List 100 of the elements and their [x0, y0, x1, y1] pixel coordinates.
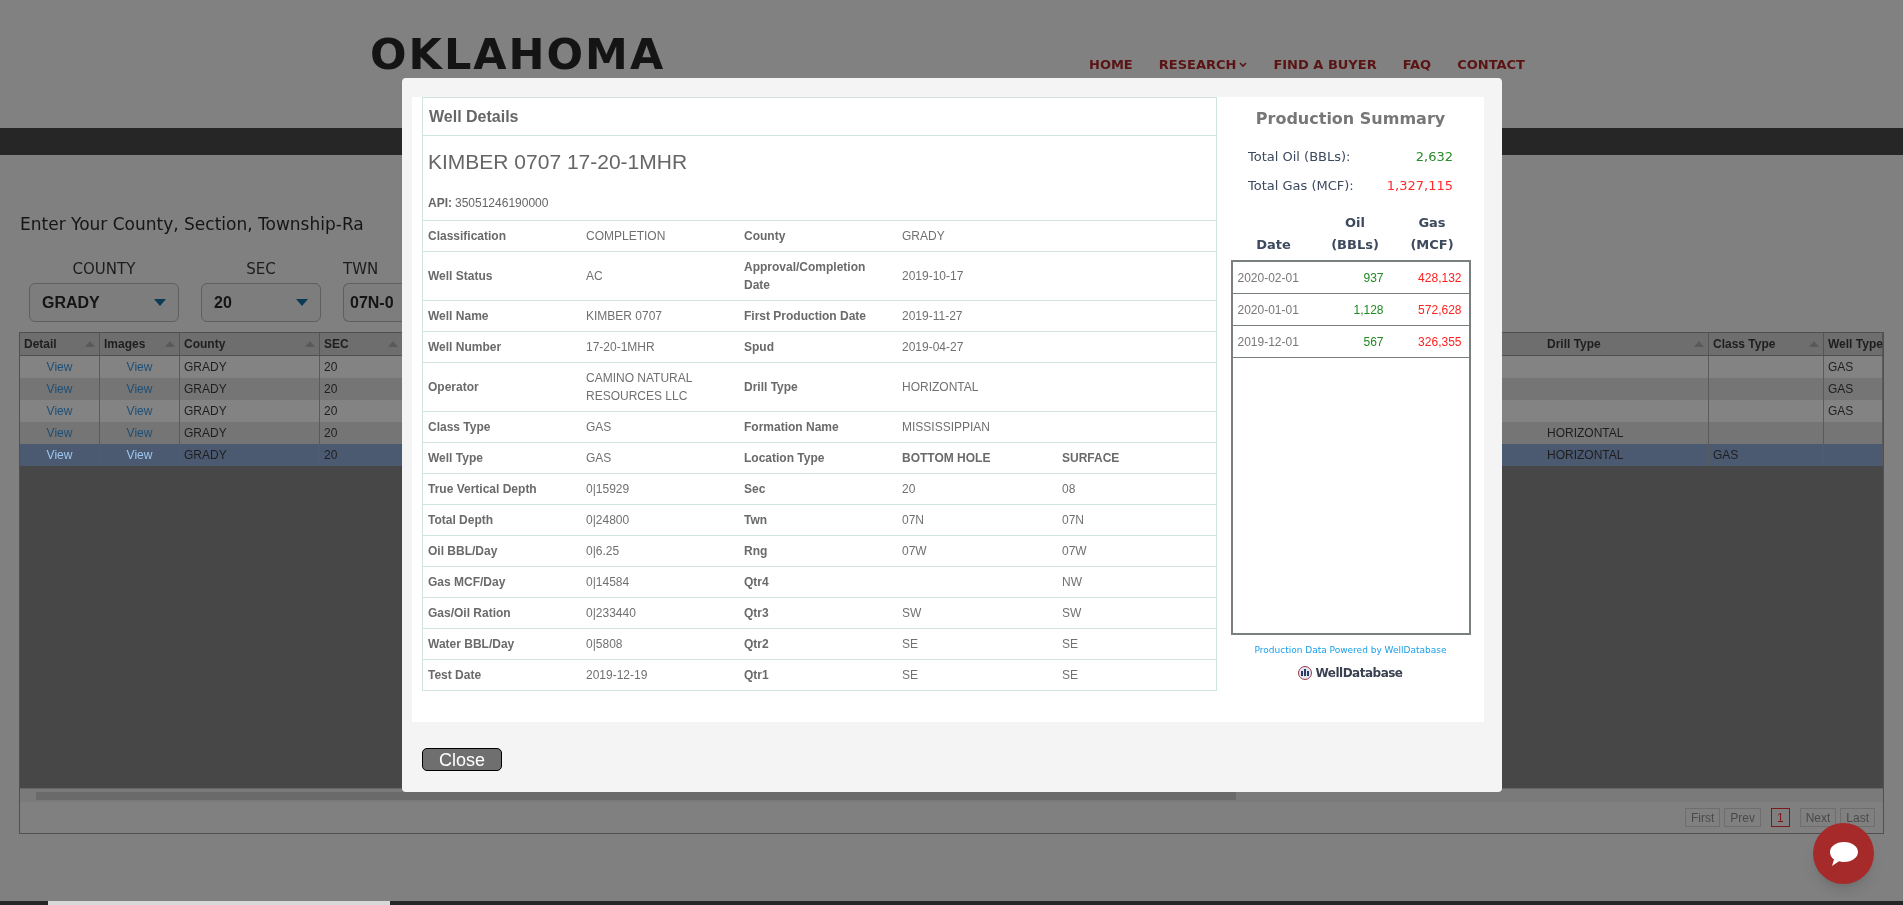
field-value: SE: [902, 666, 918, 684]
caret-down-icon: [296, 299, 308, 306]
field-value: 17-20-1MHR: [586, 338, 655, 356]
field-label: Qtr2: [744, 635, 769, 653]
field-value: 20: [902, 480, 916, 498]
filter-select[interactable]: GRADY: [29, 283, 179, 322]
api-value: 35051246190000: [455, 194, 549, 212]
nav-link[interactable]: RESEARCH: [1158, 55, 1248, 75]
date-cell-text: 2020-01-01: [1237, 301, 1300, 319]
close-button[interactable]: Close: [422, 748, 502, 771]
view-link[interactable]: View: [46, 358, 73, 376]
field-value: 07W: [902, 542, 927, 560]
filter-select[interactable]: 20: [201, 283, 321, 322]
table-cell-text: 20: [324, 425, 338, 442]
total-label: Total Gas (MCF):: [1248, 176, 1354, 195]
nav-link[interactable]: FIND A BUYER: [1273, 55, 1377, 75]
field-label: County: [744, 227, 786, 245]
gas-cell-text: 326,355: [1417, 333, 1462, 351]
caret-down-icon: [154, 299, 166, 306]
field-value: SW: [902, 604, 922, 622]
nav-link[interactable]: CONTACT: [1457, 55, 1525, 75]
table-cell-text: GRADY: [184, 381, 227, 398]
table-cell-text: GAS: [1828, 381, 1854, 398]
view-link[interactable]: View: [126, 402, 153, 420]
field-value: 0|14584: [586, 573, 630, 591]
column-header[interactable]: Drill Type: [1543, 333, 1709, 355]
field-value: 07N: [902, 511, 924, 529]
logo: OKLAHOMA: [370, 30, 666, 78]
chat-button[interactable]: [1813, 823, 1874, 884]
field-label: Qtr3: [744, 604, 769, 622]
table-cell-text: HORIZONTAL: [1547, 425, 1624, 442]
view-link[interactable]: View: [46, 380, 73, 398]
field-label: Gas/Oil Ration: [428, 604, 511, 622]
table-cell-text: 20: [324, 381, 338, 398]
table-cell-text: HORIZONTAL: [1547, 447, 1624, 464]
field-value: SE: [1062, 666, 1078, 684]
field-label: Well Type: [428, 449, 483, 467]
column-header[interactable]: Detail: [20, 333, 100, 355]
filter-label: SEC: [246, 258, 276, 280]
field-value: 2019-11-27: [902, 307, 963, 325]
nav-link[interactable]: FAQ: [1402, 55, 1432, 75]
view-link[interactable]: View: [46, 402, 73, 420]
view-link[interactable]: View: [126, 424, 153, 442]
field-value: 2019-12-19: [586, 666, 648, 684]
field-value: 07W: [1062, 542, 1087, 560]
pager-button[interactable]: 1: [1770, 808, 1790, 827]
field-label: Formation Name: [744, 418, 839, 436]
field-value: SE: [902, 635, 918, 653]
field-label: Well Number: [428, 338, 502, 356]
table-cell-text: GAS: [1828, 403, 1854, 420]
column-heading: BOTTOM HOLE: [902, 449, 991, 467]
panel-title: Production Summary: [1255, 108, 1446, 130]
view-link[interactable]: View: [126, 358, 153, 376]
total-label: Total Oil (BBLs):: [1248, 148, 1351, 166]
credit-link[interactable]: Production Data Powered by WellDatabase: [1254, 644, 1447, 658]
view-link[interactable]: View: [126, 380, 153, 398]
field-value: 2019-10-17: [902, 267, 964, 285]
field-label: Classification: [428, 227, 507, 245]
table-cell-text: 20: [324, 403, 338, 420]
view-link[interactable]: View: [46, 446, 73, 464]
field-value: SW: [1062, 604, 1082, 622]
view-link[interactable]: View: [46, 424, 73, 442]
table-cell-text: GRADY: [184, 447, 227, 464]
column-header[interactable]: Class Type: [1709, 333, 1824, 355]
field-value: 08: [1062, 480, 1076, 498]
field-value: HORIZONTAL: [902, 378, 979, 396]
field-label: Twn: [744, 511, 768, 529]
date-cell-text: 2020-02-01: [1237, 269, 1300, 287]
field-label: Water BBL/Day: [428, 635, 515, 653]
total-value: 1,327,115: [1386, 176, 1453, 195]
column-heading: Date: [1255, 236, 1292, 254]
field-value: 0|5808: [586, 635, 623, 653]
field-label: True Vertical Depth: [428, 480, 537, 498]
field-value: 0|6.25: [586, 542, 620, 560]
field-label: Operator: [428, 378, 479, 396]
gas-cell-text: 572,628: [1417, 301, 1462, 319]
filter-select[interactable]: 07N-0: [343, 283, 403, 322]
column-heading: Gas (MCF): [1409, 214, 1455, 254]
column-heading: SURFACE: [1062, 449, 1120, 467]
field-value: MISSISSIPPIAN: [902, 418, 991, 436]
nav-link[interactable]: HOME: [1089, 55, 1133, 75]
logo-text: WellDatabase: [1315, 664, 1403, 682]
field-label: Sec: [744, 480, 766, 498]
field-value: 0|24800: [586, 511, 630, 529]
field-value: SE: [1062, 635, 1078, 653]
column-header[interactable]: County: [180, 333, 320, 355]
logo-icon: [1298, 665, 1313, 680]
view-link[interactable]: View: [126, 446, 153, 464]
filter-label: TWN: [343, 258, 379, 280]
field-value: 0|233440: [586, 604, 636, 622]
table-cell-text: GRADY: [184, 403, 227, 420]
field-label: First Production Date: [744, 307, 866, 325]
filter-label: COUNTY: [72, 258, 136, 280]
total-value: 2,632: [1415, 148, 1453, 166]
oil-cell-text: 1,128: [1352, 301, 1384, 319]
section-heading: Enter Your County, Section, Township-Ra: [19, 213, 364, 236]
well-name: KIMBER 0707 17-20-1MHR: [428, 149, 689, 175]
column-header[interactable]: Well Type: [1824, 333, 1883, 355]
column-header[interactable]: Images: [100, 333, 180, 355]
table-cell-text: GRADY: [184, 359, 227, 376]
